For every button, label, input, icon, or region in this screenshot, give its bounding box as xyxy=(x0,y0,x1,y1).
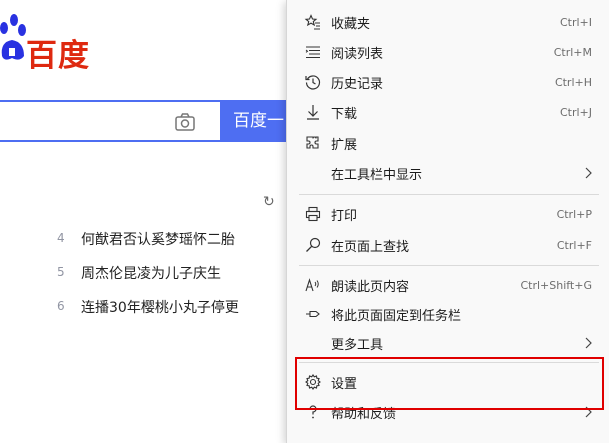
reading-list-icon xyxy=(305,46,320,59)
menu-item-extensions[interactable]: 扩展 xyxy=(287,128,609,158)
menu-item-show-in-toolbar[interactable]: 在工具栏中显示 xyxy=(287,158,609,188)
search-icon xyxy=(306,237,321,252)
favorites-icon xyxy=(304,14,320,30)
paw-icon xyxy=(0,14,26,60)
menu-shortcut: Ctrl+H xyxy=(554,75,592,89)
download-icon xyxy=(307,105,319,120)
menu-label: 在工具栏中显示 xyxy=(331,167,423,183)
menu-label: 历史记录 xyxy=(331,76,384,92)
menu-divider xyxy=(299,194,599,195)
menu-shortcut: Ctrl+M xyxy=(553,45,592,59)
refresh-icon: ↻ xyxy=(263,194,275,210)
menu-item-reading-list[interactable]: 阅读列表 Ctrl+M xyxy=(287,37,609,67)
menu-item-find[interactable]: 在页面上查找 Ctrl+F xyxy=(287,230,609,260)
list-item[interactable]: 4 何猷君否认奚梦瑶怀二胎 xyxy=(57,229,239,263)
pin-icon xyxy=(306,310,320,318)
hot-rank: 4 xyxy=(57,231,65,245)
extensions-icon xyxy=(306,136,319,149)
hot-title[interactable]: 何猷君否认奚梦瑶怀二胎 xyxy=(81,229,235,249)
menu-item-history[interactable]: 历史记录 Ctrl+H xyxy=(287,67,609,97)
menu-label: 将此页面固定到任务栏 xyxy=(331,308,462,324)
list-item[interactable]: 6 连播30年樱桃小丸子停更 xyxy=(57,297,239,331)
hot-rank: 5 xyxy=(57,265,65,279)
menu-shortcut: Ctrl+F xyxy=(556,238,592,252)
hot-title[interactable]: 周杰伦昆凌为儿子庆生 xyxy=(81,263,221,283)
menu-shortcut: Ctrl+P xyxy=(556,207,592,221)
menu-shortcut: Ctrl+Shift+G xyxy=(520,278,592,292)
menu-label: 收藏夹 xyxy=(331,16,371,32)
menu-shortcut: Ctrl+J xyxy=(559,105,592,119)
baidu-logo[interactable]: 百度 xyxy=(0,2,110,74)
chevron-right-icon xyxy=(585,167,592,179)
read-aloud-icon xyxy=(305,278,319,292)
settings-highlight-box xyxy=(295,357,604,410)
menu-label: 更多工具 xyxy=(331,337,384,353)
menu-label: 阅读列表 xyxy=(331,46,384,62)
hot-title[interactable]: 连播30年樱桃小丸子停更 xyxy=(81,297,239,317)
menu-item-print[interactable]: 打印 Ctrl+P xyxy=(287,199,609,229)
menu-item-pin-taskbar[interactable]: 将此页面固定到任务栏 xyxy=(287,299,609,329)
menu-label: 朗读此页内容 xyxy=(331,279,410,295)
menu-item-more-tools[interactable]: 更多工具 xyxy=(287,328,609,358)
menu-label: 扩展 xyxy=(331,137,358,153)
menu-item-favorites[interactable]: 收藏夹 Ctrl+I xyxy=(287,7,609,37)
menu-divider xyxy=(299,265,599,266)
history-icon xyxy=(305,75,321,90)
menu-shortcut: Ctrl+I xyxy=(559,15,592,29)
list-item[interactable]: 5 周杰伦昆凌为儿子庆生 xyxy=(57,263,239,297)
chevron-right-icon xyxy=(585,337,592,349)
menu-label: 打印 xyxy=(331,208,358,224)
hot-rank: 6 xyxy=(57,299,65,313)
menu-item-read-aloud[interactable]: 朗读此页内容 Ctrl+Shift+G xyxy=(287,270,609,300)
camera-icon[interactable] xyxy=(174,112,196,132)
menu-item-downloads[interactable]: 下载 Ctrl+J xyxy=(287,97,609,127)
refresh-hot-list[interactable]: ↻ xyxy=(263,194,275,210)
hot-list: 4 何猷君否认奚梦瑶怀二胎 5 周杰伦昆凌为儿子庆生 6 连播30年樱桃小丸子停… xyxy=(57,229,239,331)
menu-label: 下载 xyxy=(331,106,358,122)
print-icon xyxy=(305,206,321,222)
baidu-logo-text: 百度 xyxy=(26,38,90,74)
menu-label: 在页面上查找 xyxy=(331,239,410,255)
